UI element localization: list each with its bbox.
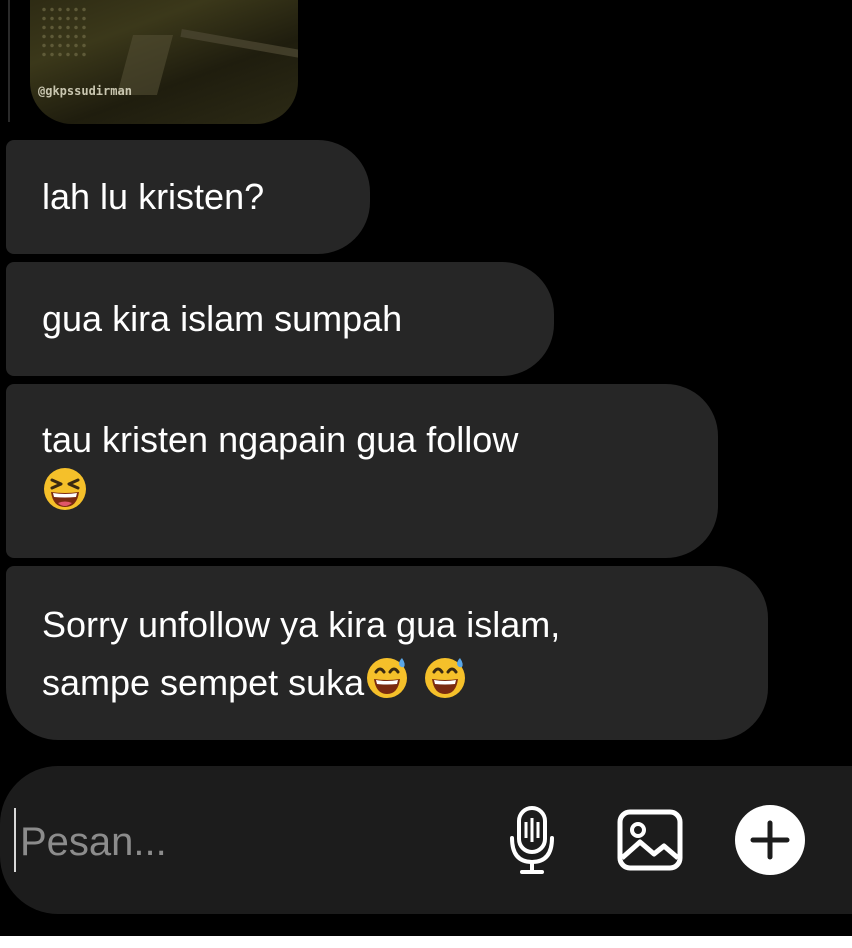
- message-text: Sorry unfollow ya kira gua islam, sampe …: [42, 604, 561, 704]
- gallery-button[interactable]: [610, 800, 690, 884]
- message-bubble[interactable]: Sorry unfollow ya kira gua islam, sampe …: [6, 566, 768, 740]
- message-content: Sorry unfollow ya kira gua islam, sampe …: [42, 596, 560, 717]
- voice-message-button[interactable]: [492, 800, 572, 884]
- message-text: tau kristen ngapain gua follow: [42, 419, 519, 460]
- laughing-squint-emoji: [42, 466, 88, 526]
- message-text: lah lu kristen?: [42, 176, 265, 217]
- shared-story-thumbnail[interactable]: @gkpssudirman: [30, 0, 298, 124]
- message-bubble[interactable]: gua kira islam sumpah: [6, 262, 554, 376]
- dm-conversation-screen: @gkpssudirman lah lu kristen? gua kira i…: [0, 0, 852, 948]
- text-caret: [14, 808, 16, 872]
- story-handle: @gkpssudirman: [38, 84, 132, 98]
- message-content: tau kristen ngapain gua follow: [42, 414, 518, 526]
- add-button[interactable]: [730, 800, 810, 884]
- story-image-detail: [180, 29, 298, 63]
- message-bubble[interactable]: tau kristen ngapain gua follow: [6, 384, 718, 558]
- message-input[interactable]: [20, 812, 460, 872]
- message-text: gua kira islam sumpah: [42, 298, 403, 339]
- story-image-detail: [40, 5, 90, 60]
- reply-thread-line: [8, 0, 10, 122]
- grinning-sweat-emoji: [422, 654, 468, 717]
- message-bubble[interactable]: lah lu kristen?: [6, 140, 370, 254]
- grinning-sweat-emoji: [364, 654, 410, 717]
- plus-circle-icon: [733, 803, 807, 882]
- microphone-icon: [508, 804, 556, 881]
- gallery-icon: [614, 806, 686, 879]
- bottom-edge: [0, 936, 852, 948]
